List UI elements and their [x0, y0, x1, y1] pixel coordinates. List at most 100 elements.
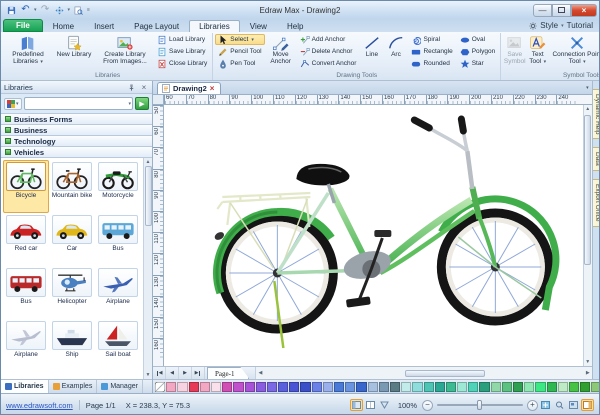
color-swatch[interactable]	[479, 382, 489, 392]
previous-page-button[interactable]: ◀	[166, 367, 179, 379]
vertical-scrollbar[interactable]: ▲ ▼	[583, 105, 592, 366]
color-swatch[interactable]	[323, 382, 333, 392]
ribbon-small-button[interactable]: Add Anchor	[297, 34, 360, 45]
undo-icon[interactable]: ↶	[19, 4, 32, 17]
ribbon-small-button[interactable]: Load Library	[154, 34, 210, 45]
drawing-page[interactable]	[164, 105, 583, 366]
maximize-button[interactable]	[552, 4, 571, 17]
color-swatch[interactable]	[312, 382, 322, 392]
zoom-in-button[interactable]: +	[527, 400, 538, 411]
panel-tab[interactable]: Examples	[49, 380, 98, 393]
side-panel-tab[interactable]: Data	[593, 147, 600, 171]
color-swatch[interactable]	[390, 382, 400, 392]
tutorial-menu[interactable]: Tutorial	[567, 21, 593, 30]
ribbon-small-button[interactable]: Pencil Tool ▾	[215, 46, 264, 57]
undo-dropdown-caret[interactable]: ▾	[33, 7, 38, 13]
ribbon-button[interactable]: Connection Point Tool ▾	[549, 33, 599, 68]
color-swatch[interactable]	[412, 382, 422, 392]
scroll-left-icon[interactable]: ◀	[258, 369, 262, 377]
ribbon-tab[interactable]: Page Layout	[124, 20, 189, 32]
color-swatch[interactable]	[289, 382, 299, 392]
shape-item[interactable]: Red car	[3, 213, 49, 266]
pin-icon[interactable]	[128, 84, 138, 91]
shape-item[interactable]: Sail boat	[95, 319, 141, 372]
bicycle-drawing[interactable]	[164, 105, 583, 366]
color-swatch[interactable]	[379, 382, 389, 392]
color-swatch[interactable]	[278, 382, 288, 392]
library-palette-button[interactable]: ▾	[4, 98, 22, 110]
scroll-thumb[interactable]	[145, 166, 152, 226]
pan-tool-icon[interactable]	[53, 4, 66, 17]
panel-tab[interactable]: Libraries	[1, 380, 49, 393]
shape-item[interactable]: Car	[49, 213, 95, 266]
move-anchor-button[interactable]: Move Anchor	[266, 33, 296, 67]
ribbon-tab[interactable]: File	[3, 19, 43, 32]
color-swatch[interactable]	[300, 382, 310, 392]
panel-close-icon[interactable]: ×	[139, 83, 149, 92]
ribbon-small-button[interactable]: Save Library	[154, 46, 210, 57]
print-preview-view-button[interactable]	[378, 399, 391, 411]
scroll-up-icon[interactable]: ▲	[146, 158, 151, 166]
side-panel-tab[interactable]: Export Office	[593, 179, 600, 226]
color-swatch[interactable]	[368, 382, 378, 392]
library-scrollbar[interactable]: ▲ ▼	[143, 158, 152, 379]
ribbon-small-button[interactable]: Close Library	[154, 58, 210, 69]
color-swatch[interactable]	[256, 382, 266, 392]
ribbon-button[interactable]: Predefined Libraries ▾	[5, 33, 51, 68]
arc-tool-button[interactable]: Arc	[384, 33, 407, 60]
panel-toggle-button[interactable]	[581, 399, 594, 411]
scroll-right-icon[interactable]: ▶	[586, 369, 590, 377]
color-swatch[interactable]	[345, 382, 355, 392]
shape-item[interactable]: Bus	[95, 213, 141, 266]
color-swatch[interactable]	[211, 382, 221, 392]
library-search-input[interactable]: ▾	[24, 97, 133, 110]
color-swatch[interactable]	[468, 382, 478, 392]
zoom-out-button[interactable]: −	[422, 400, 433, 411]
color-swatch[interactable]	[200, 382, 210, 392]
color-swatch[interactable]	[535, 382, 545, 392]
ribbon-small-button[interactable]: Rectangle	[408, 46, 455, 57]
horizontal-scrollbar[interactable]: ◀ ▶	[255, 367, 591, 379]
scroll-thumb[interactable]	[584, 115, 591, 265]
color-swatch[interactable]	[446, 382, 456, 392]
close-button[interactable]: ×	[571, 4, 597, 17]
style-caret-icon[interactable]: ▾	[561, 23, 564, 29]
color-swatch[interactable]	[233, 382, 243, 392]
shape-item[interactable]: Ship	[49, 319, 95, 372]
ribbon-small-button[interactable]: Polygon	[457, 46, 499, 57]
ribbon-tab[interactable]: Home	[43, 20, 84, 32]
scroll-down-icon[interactable]: ▼	[585, 358, 590, 366]
color-swatch[interactable]	[166, 382, 176, 392]
page-break-view-button[interactable]	[364, 399, 377, 411]
library-category-bar[interactable]: Vehicles	[1, 146, 152, 158]
color-swatch[interactable]	[222, 382, 232, 392]
color-swatch[interactable]	[334, 382, 344, 392]
ribbon-tab[interactable]: Insert	[84, 20, 124, 32]
ribbon-tab[interactable]: Libraries	[189, 20, 240, 32]
next-page-button[interactable]: ▶	[179, 367, 192, 379]
ribbon-small-button[interactable]: Oval	[457, 34, 499, 45]
save-icon[interactable]	[5, 4, 18, 17]
ribbon-button[interactable]: New Library ▾	[51, 33, 97, 68]
shape-item[interactable]: Mountain bike	[49, 160, 95, 213]
page-tab[interactable]: Page-1	[207, 367, 249, 379]
pan-window-button[interactable]	[567, 399, 580, 411]
color-swatch[interactable]	[580, 382, 590, 392]
color-swatch[interactable]	[457, 382, 467, 392]
gear-icon[interactable]	[529, 22, 537, 30]
website-link[interactable]: www.edrawsoft.com	[6, 401, 73, 410]
color-swatch[interactable]	[356, 382, 366, 392]
shape-item[interactable]: Motorcycle	[95, 160, 141, 213]
shape-item[interactable]: Airplane	[3, 319, 49, 372]
scroll-down-icon[interactable]: ▼	[146, 371, 151, 379]
ribbon-small-button[interactable]: Rounded	[408, 58, 455, 69]
zoom-slider-thumb[interactable]	[477, 400, 482, 410]
ribbon-small-button[interactable]: Select ▾	[215, 34, 264, 45]
no-fill-button[interactable]	[155, 382, 165, 392]
scroll-up-icon[interactable]: ▲	[585, 105, 590, 113]
color-swatch[interactable]	[401, 382, 411, 392]
color-swatch[interactable]	[491, 382, 501, 392]
zoom-slider[interactable]	[437, 399, 523, 411]
color-swatch[interactable]	[558, 382, 568, 392]
combo-caret-icon[interactable]: ▾	[128, 101, 131, 107]
